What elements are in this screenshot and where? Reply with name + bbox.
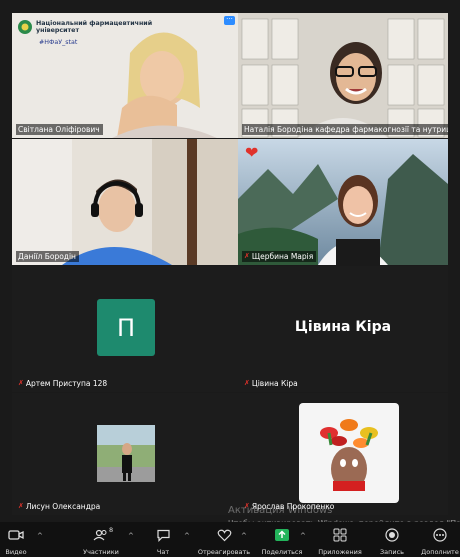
video-tile-artem[interactable]: П ✗ Артем Приступа 128 (12, 266, 238, 392)
heart-reaction-icon: ❤ (245, 143, 259, 162)
record-icon (385, 528, 399, 542)
participants-icon (93, 529, 107, 541)
chat-options-caret[interactable]: ^ (184, 532, 190, 540)
more-label: Дополните (421, 548, 459, 556)
video-tile-lysun[interactable]: ✗ Лисун Олександра (12, 393, 238, 515)
react-options-caret[interactable]: ^ (241, 532, 247, 540)
logo-line-1: Національний фармацевтичний (36, 20, 153, 27)
tile-more-button[interactable]: ··· (224, 16, 235, 25)
apps-label: Приложения (318, 548, 362, 556)
video-tile-tsivina[interactable]: Цівина Кіра ✗ Цівина Кіра (238, 266, 448, 392)
participant-name-daniil: Даніїл Бородін (16, 251, 79, 262)
display-name-tsivina: Цівина Кіра (294, 319, 392, 335)
record-label: Запись (379, 548, 405, 556)
more-dots-icon (433, 528, 447, 542)
participants-count: 8 (109, 526, 114, 534)
video-tile-svetlana[interactable]: Національний фармацевтичний університет … (12, 13, 238, 138)
avatar-lysun (97, 425, 155, 482)
chat-icon (156, 529, 170, 542)
react-button[interactable]: Отреагировать (198, 522, 250, 557)
mic-muted-icon: ✗ (244, 252, 250, 260)
video-tile-yaroslav[interactable]: ✗ Ярослав Прокопенко (238, 393, 448, 515)
logo-line-2: університет (36, 27, 80, 34)
video-label: Видео (5, 548, 27, 556)
participant-name-artem: ✗ Артем Приступа 128 (18, 379, 108, 388)
video-feed-maria (238, 139, 448, 265)
react-label: Отреагировать (197, 548, 251, 556)
participants-button[interactable]: 8 Участники (83, 522, 119, 557)
more-button[interactable]: Дополните (420, 522, 460, 557)
apps-icon (333, 528, 347, 542)
video-feed-daniil (12, 139, 238, 265)
heart-reaction-icon (217, 529, 231, 542)
video-camera-icon (8, 530, 24, 540)
video-button[interactable]: Видео (0, 522, 32, 557)
record-button[interactable]: Запись (374, 522, 410, 557)
university-logo: Національний фармацевтичний університет (17, 19, 152, 35)
participant-name-natalia: Наталія Бородіна кафедра фармакогнозії т… (242, 124, 448, 135)
participant-name-svetlana: Світлана Оліфірович (16, 124, 103, 135)
video-tile-maria[interactable]: ❤ ✗ Щербина Марія (238, 139, 448, 265)
share-label: Поделиться (261, 548, 303, 556)
participant-name-tsivina: ✗ Цівина Кіра (244, 379, 298, 388)
participants-options-caret[interactable]: ^ (128, 532, 134, 540)
participants-label: Участники (83, 548, 119, 556)
avatar-yaroslav (299, 403, 399, 503)
share-options-caret[interactable]: ^ (300, 532, 306, 540)
chat-label: Чат (156, 548, 170, 556)
participant-name-lysun: ✗ Лисун Олександра (18, 502, 101, 511)
participant-name-maria: ✗ Щербина Марія (242, 251, 317, 262)
video-tile-natalia[interactable]: Наталія Бородіна кафедра фармакогнозії т… (238, 13, 448, 138)
apps-button[interactable]: Приложения (317, 522, 363, 557)
avatar-artem: П (97, 299, 155, 356)
video-feed-natalia (238, 13, 448, 138)
video-options-caret[interactable]: ^ (37, 532, 43, 540)
meeting-toolbar: Видео ^ 8 Участники ^ Чат ^ Отреагироват… (0, 522, 460, 557)
mic-muted-icon: ✗ (18, 502, 24, 510)
share-button[interactable]: Поделиться (260, 522, 304, 557)
share-screen-icon (275, 529, 289, 541)
video-tile-daniil[interactable]: Даніїл Бородін (12, 139, 238, 265)
chat-button[interactable]: Чат (146, 522, 180, 557)
mic-muted-icon: ✗ (18, 379, 24, 387)
hashtag: #НФаУ_stat (39, 39, 78, 46)
university-emblem-icon (18, 20, 32, 34)
windows-activation-title: Активация Windows (228, 505, 333, 516)
mic-muted-icon: ✗ (244, 379, 250, 387)
